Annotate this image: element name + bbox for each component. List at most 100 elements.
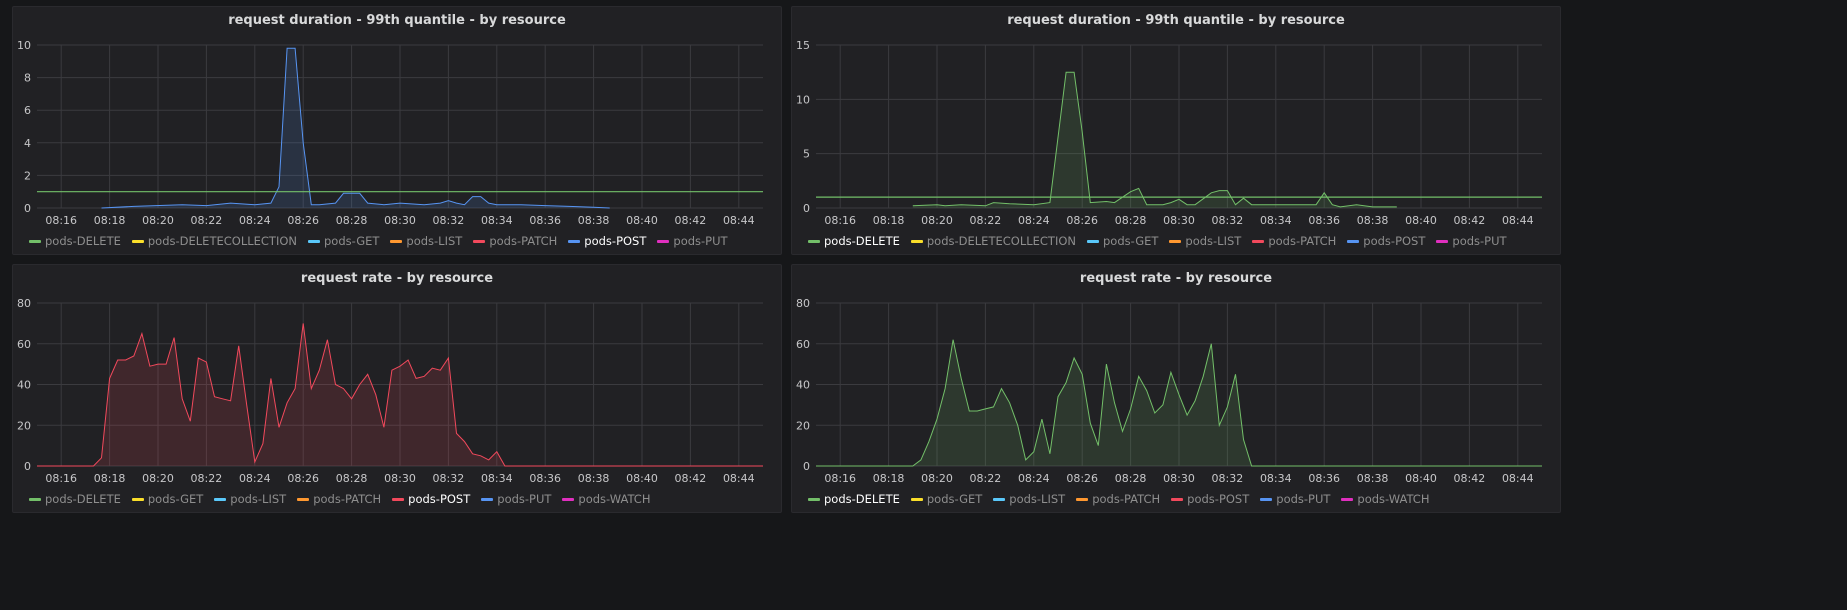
legend-item[interactable]: pods-GET bbox=[308, 234, 379, 248]
legend-item[interactable]: pods-PATCH bbox=[1252, 234, 1336, 248]
x-tick-label: 08:34 bbox=[481, 214, 513, 227]
legend-swatch bbox=[910, 497, 923, 501]
legend: pods-DELETE pods-DELETECOLLECTION pods-GET… bbox=[808, 234, 1518, 248]
legend-item[interactable]: pods-DELETE bbox=[29, 234, 121, 248]
legend-item[interactable]: pods-DELETE bbox=[808, 492, 900, 506]
x-tick-label: 08:18 bbox=[94, 214, 126, 227]
legend-label: pods-DELETECOLLECTION bbox=[926, 234, 1076, 248]
y-tick-label: 0 bbox=[803, 460, 810, 473]
legend-label: pods-PUT bbox=[673, 234, 728, 248]
y-tick-label: 60 bbox=[796, 338, 810, 351]
x-tick-label: 08:38 bbox=[578, 214, 610, 227]
legend-swatch bbox=[297, 497, 310, 501]
legend: pods-DELETE pods-DELETECOLLECTION pods-GET… bbox=[29, 234, 739, 248]
legend-label: pods-LIST bbox=[1009, 492, 1066, 506]
legend-item[interactable]: pods-PUT bbox=[1436, 234, 1507, 248]
x-tick-label: 08:28 bbox=[1115, 472, 1147, 485]
y-tick-label: 20 bbox=[796, 419, 810, 432]
legend-swatch bbox=[29, 497, 41, 501]
legend-item[interactable]: pods-DELETECOLLECTION bbox=[910, 234, 1076, 248]
legend-item[interactable]: pods-WATCH bbox=[562, 492, 650, 506]
legend-swatch bbox=[131, 497, 144, 501]
x-tick-label: 08:26 bbox=[1066, 214, 1098, 227]
x-tick-label: 08:42 bbox=[675, 472, 707, 485]
x-tick-label: 08:16 bbox=[45, 214, 77, 227]
legend-label: pods-WATCH bbox=[578, 492, 651, 506]
x-tick-label: 08:42 bbox=[1454, 472, 1486, 485]
legend-swatch bbox=[481, 497, 494, 501]
legend-swatch bbox=[473, 239, 486, 243]
y-tick-label: 8 bbox=[24, 72, 31, 85]
legend-item[interactable]: pods-POST bbox=[1347, 234, 1425, 248]
x-tick-label: 08:42 bbox=[675, 214, 707, 227]
legend-item[interactable]: pods-DELETE bbox=[29, 492, 121, 506]
legend-item[interactable]: pods-PATCH bbox=[297, 492, 381, 506]
legend-item[interactable]: pods-PUT bbox=[1260, 492, 1330, 506]
legend-item[interactable]: pods-LIST bbox=[390, 234, 462, 248]
legend-label: pods-LIST bbox=[230, 492, 287, 506]
x-tick-label: 08:24 bbox=[239, 214, 271, 227]
legend-swatch bbox=[1436, 239, 1449, 243]
legend-label: pods-DELETE bbox=[45, 234, 121, 248]
legend: pods-DELETE pods-GET pods-LIST pods-PATCH po… bbox=[29, 492, 661, 506]
legend-item[interactable]: pods-WATCH bbox=[1341, 492, 1429, 506]
legend-swatch bbox=[1260, 497, 1273, 501]
legend-label: pods-DELETE bbox=[45, 492, 121, 506]
x-tick-label: 08:28 bbox=[336, 214, 368, 227]
legend-item[interactable]: pods-PATCH bbox=[1076, 492, 1160, 506]
legend-item[interactable]: pods-DELETECOLLECTION bbox=[131, 234, 297, 248]
y-tick-label: 40 bbox=[796, 379, 810, 392]
legend-label: pods-DELETECOLLECTION bbox=[147, 234, 297, 248]
legend-item[interactable]: pods-GET bbox=[131, 492, 204, 506]
legend-item[interactable]: pods-POST bbox=[392, 492, 470, 506]
legend-label: pods-PUT bbox=[497, 492, 552, 506]
legend-item[interactable]: pods-PATCH bbox=[473, 234, 557, 248]
legend-item[interactable]: pods-GET bbox=[910, 492, 982, 506]
legend-item[interactable]: pods-LIST bbox=[1169, 234, 1241, 248]
y-tick-label: 0 bbox=[24, 460, 31, 473]
legend-swatch bbox=[214, 497, 227, 501]
legend-item[interactable]: pods-GET bbox=[1087, 234, 1158, 248]
y-tick-label: 20 bbox=[17, 419, 31, 432]
legend-item[interactable]: pods-POST bbox=[568, 234, 646, 248]
legend-swatch bbox=[1169, 239, 1182, 243]
legend-swatch bbox=[808, 497, 820, 501]
legend-label: pods-LIST bbox=[1185, 234, 1242, 248]
x-tick-label: 08:30 bbox=[384, 214, 416, 227]
legend-label: pods-PATCH bbox=[489, 234, 558, 248]
x-tick-label: 08:26 bbox=[287, 472, 319, 485]
x-tick-label: 08:30 bbox=[1163, 214, 1195, 227]
x-tick-label: 08:34 bbox=[1260, 214, 1292, 227]
legend-swatch bbox=[657, 239, 670, 243]
legend-item[interactable]: pods-LIST bbox=[214, 492, 286, 506]
x-tick-label: 08:20 bbox=[921, 214, 953, 227]
x-tick-label: 08:32 bbox=[1212, 472, 1244, 485]
x-tick-label: 08:38 bbox=[1357, 472, 1389, 485]
legend-item[interactable]: pods-PUT bbox=[657, 234, 728, 248]
x-tick-label: 08:38 bbox=[578, 472, 610, 485]
legend-item[interactable]: pods-PUT bbox=[481, 492, 551, 506]
legend-item[interactable]: pods-POST bbox=[1171, 492, 1249, 506]
legend-label: pods-PATCH bbox=[1092, 492, 1161, 506]
legend-swatch bbox=[1341, 497, 1354, 501]
chart-svg: 0 20 40 60 80 08:16 08:18 08:20 08:22 08:24 08:26 0… bbox=[796, 297, 1542, 485]
legend-item[interactable]: pods-LIST bbox=[993, 492, 1065, 506]
legend-swatch bbox=[308, 239, 320, 243]
y-tick-label: 10 bbox=[17, 39, 31, 52]
legend-item[interactable]: pods-DELETE bbox=[808, 234, 900, 248]
legend-swatch bbox=[392, 497, 405, 501]
chart-svg: 0 20 40 60 80 08:16 08:18 08:20 08:22 08:24 08:26 0… bbox=[17, 297, 763, 485]
x-tick-label: 08:38 bbox=[1357, 214, 1389, 227]
legend: pods-DELETE pods-GET pods-LIST pods-PATCH po… bbox=[808, 492, 1440, 506]
y-tick-label: 5 bbox=[803, 148, 810, 161]
series-area bbox=[101, 48, 610, 208]
x-tick-label: 08:36 bbox=[529, 472, 561, 485]
panel-rate-delete: request rate - by resource 0 20 40 60 80 08:1… bbox=[791, 264, 1561, 513]
legend-swatch bbox=[390, 239, 403, 243]
legend-label: pods-GET bbox=[147, 492, 204, 506]
legend-swatch bbox=[1076, 497, 1089, 501]
legend-label: pods-POST bbox=[1363, 234, 1426, 248]
legend-label: pods-PUT bbox=[1276, 492, 1331, 506]
chart-svg: 0 5 10 15 08:16 08:18 08:20 08:22 08:24 08:26 08:2… bbox=[796, 39, 1542, 227]
legend-label: pods-WATCH bbox=[1357, 492, 1430, 506]
